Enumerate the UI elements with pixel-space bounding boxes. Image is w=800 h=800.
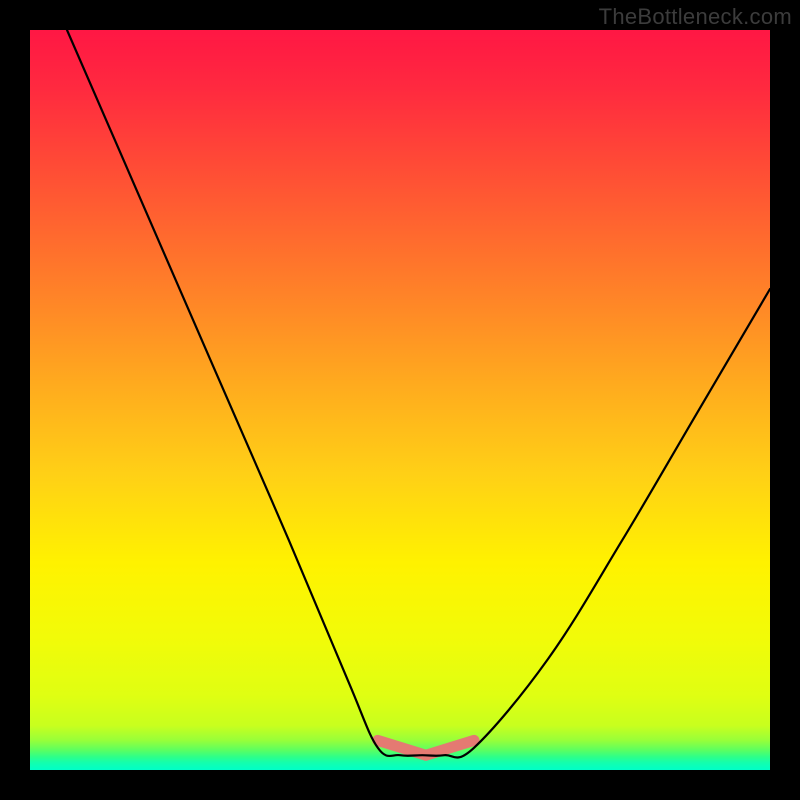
chart-svg (30, 30, 770, 770)
watermark-text: TheBottleneck.com (599, 4, 792, 30)
plot-area (30, 30, 770, 770)
bottleneck-curve (67, 30, 770, 758)
outer-frame: TheBottleneck.com (0, 0, 800, 800)
optimal-band-marker (378, 740, 474, 755)
